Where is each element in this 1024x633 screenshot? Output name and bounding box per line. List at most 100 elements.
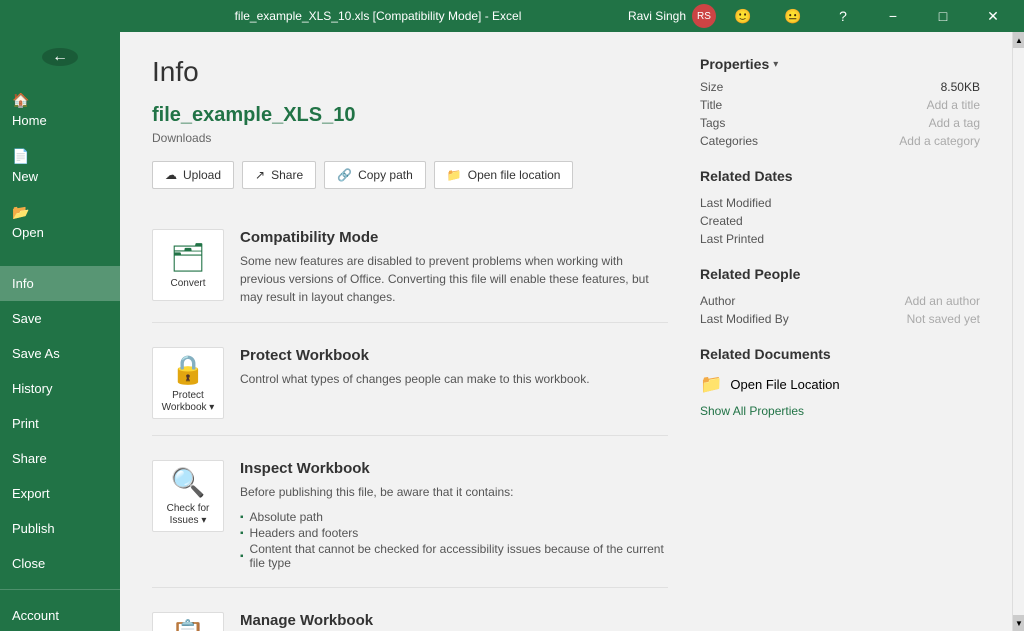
last-modified-by-label: Last Modified By <box>700 312 789 326</box>
size-value: 8.50KB <box>780 80 980 94</box>
title-label: Title <box>700 98 780 112</box>
sidebar-item-open[interactable]: 📂 Open <box>0 194 120 250</box>
minimize-button[interactable]: − <box>870 0 916 32</box>
info-right-panel: Properties ▾ Size 8.50KB Title Add a tit… <box>700 56 980 631</box>
content-area: Info file_example_XLS_10 Downloads ☁ Upl… <box>120 32 1012 631</box>
tags-value[interactable]: Add a tag <box>780 116 980 130</box>
convert-button[interactable]: 🗂 Convert <box>152 229 224 301</box>
list-item: Content that cannot be checked for acces… <box>240 541 668 571</box>
inspect-list: Absolute path Headers and footers Conten… <box>240 509 668 571</box>
share-icon: ↗ <box>255 168 265 182</box>
excel-icon: 🗂 <box>170 241 206 274</box>
open-file-location-link[interactable]: 📁 Open File Location <box>700 374 980 395</box>
sidebar-item-print-label: Print <box>12 416 39 431</box>
properties-chevron[interactable]: ▾ <box>773 59 778 70</box>
related-docs-title: Related Documents <box>700 346 980 366</box>
title-value[interactable]: Add a title <box>780 98 980 112</box>
compatibility-content: Compatibility Mode Some new features are… <box>240 229 668 306</box>
inspect-content: Inspect Workbook Before publishing this … <box>240 460 668 571</box>
open-file-location-text: Open File Location <box>730 377 839 392</box>
sidebar-item-publish-label: Publish <box>12 521 55 536</box>
categories-value[interactable]: Add a category <box>780 134 980 148</box>
sidebar-item-new[interactable]: 📄 New <box>0 138 120 194</box>
prop-row-categories: Categories Add a category <box>700 134 980 148</box>
sidebar-item-account[interactable]: Account <box>0 598 120 633</box>
sidebar-item-info[interactable]: Info <box>0 266 120 301</box>
compatibility-section: 🗂 Convert Compatibility Mode Some new fe… <box>152 213 668 323</box>
new-icon: 📄 <box>12 148 29 165</box>
help-button[interactable]: ? <box>820 0 866 32</box>
maximize-button[interactable]: □ <box>920 0 966 32</box>
avatar: RS <box>692 4 716 28</box>
protect-title: Protect Workbook <box>240 347 668 364</box>
sidebar-item-close[interactable]: Close <box>0 546 120 581</box>
prop-row-author: Author Add an author <box>700 294 980 308</box>
user-info: Ravi Singh RS <box>628 4 716 28</box>
inspect-desc: Before publishing this file, be aware th… <box>240 483 668 501</box>
related-dates-title: Related Dates <box>700 168 980 188</box>
open-file-location-button[interactable]: 📁 Open file location <box>434 161 574 189</box>
file-name: file_example_XLS_10 <box>152 104 668 127</box>
open-icon: 📂 <box>12 204 29 221</box>
sidebar-item-share-label: Share <box>12 451 47 466</box>
sidebar-item-home[interactable]: 🏠 Home <box>0 82 120 138</box>
last-modified-date: Last Modified <box>700 196 980 210</box>
properties-section: Properties ▾ Size 8.50KB Title Add a tit… <box>700 56 980 148</box>
manage-workbook-button[interactable]: 📋 ManageWorkbook ▾ <box>152 612 224 631</box>
titlebar: file_example_XLS_10.xls [Compatibility M… <box>0 0 1024 32</box>
show-all-properties-link[interactable]: Show All Properties <box>700 404 804 418</box>
tags-label: Tags <box>700 116 780 130</box>
scroll-down[interactable]: ▼ <box>1013 615 1024 631</box>
sidebar-item-account-label: Account <box>12 608 59 623</box>
prop-row-tags: Tags Add a tag <box>700 116 980 130</box>
info-page: Info file_example_XLS_10 Downloads ☁ Upl… <box>120 32 1012 631</box>
share-button[interactable]: ↗ Share <box>242 161 316 189</box>
home-icon: 🏠 <box>12 92 29 109</box>
emoji-neutral[interactable]: 😐 <box>770 0 816 32</box>
sidebar-item-history[interactable]: History <box>0 371 120 406</box>
prop-row-last-modified-by: Last Modified By Not saved yet <box>700 312 980 326</box>
info-left-panel: Info file_example_XLS_10 Downloads ☁ Upl… <box>152 56 668 631</box>
prop-row-title: Title Add a title <box>700 98 980 112</box>
sidebar-item-saveas-label: Save As <box>12 346 60 361</box>
properties-header: Properties ▾ <box>700 56 980 72</box>
sidebar-item-print[interactable]: Print <box>0 406 120 441</box>
sidebar-item-save-label: Save <box>12 311 42 326</box>
author-label: Author <box>700 294 780 308</box>
copy-path-button[interactable]: 🔗 Copy path <box>324 161 426 189</box>
list-item: Absolute path <box>240 509 668 525</box>
convert-label: Convert <box>170 278 205 290</box>
sidebar-item-saveas[interactable]: Save As <box>0 336 120 371</box>
file-path: Downloads <box>152 131 668 145</box>
scroll-up[interactable]: ▲ <box>1013 32 1024 48</box>
inspect-title: Inspect Workbook <box>240 460 668 477</box>
scrollbar[interactable]: ▲ ▼ <box>1012 32 1024 631</box>
sidebar: ← 🏠 Home 📄 New 📂 Open Info Save Save As … <box>0 32 120 631</box>
folder-icon: 📁 <box>700 374 722 395</box>
author-value[interactable]: Add an author <box>780 294 980 308</box>
inspect-section: 🔍 Check forIssues ▾ Inspect Workbook Bef… <box>152 444 668 588</box>
sidebar-item-publish[interactable]: Publish <box>0 511 120 546</box>
related-people-title: Related People <box>700 266 980 286</box>
upload-button[interactable]: ☁ Upload <box>152 161 234 189</box>
close-button[interactable]: ✕ <box>970 0 1016 32</box>
sidebar-item-export[interactable]: Export <box>0 476 120 511</box>
created-date: Created <box>700 214 980 228</box>
sidebar-item-share[interactable]: Share <box>0 441 120 476</box>
lock-icon: 🔒 <box>171 353 206 386</box>
protect-workbook-button[interactable]: 🔒 ProtectWorkbook ▾ <box>152 347 224 419</box>
info-toolbar: ☁ Upload ↗ Share 🔗 Copy path 📁 Open file… <box>152 161 668 189</box>
back-button[interactable]: ← <box>42 48 78 66</box>
sidebar-divider-2 <box>0 589 120 590</box>
size-label: Size <box>700 80 780 94</box>
window-title: file_example_XLS_10.xls [Compatibility M… <box>128 9 628 23</box>
sidebar-item-save[interactable]: Save <box>0 301 120 336</box>
check-issues-button[interactable]: 🔍 Check forIssues ▾ <box>152 460 224 532</box>
sidebar-bottom: Account <box>0 581 120 633</box>
categories-label: Categories <box>700 134 780 148</box>
emoji-smiley[interactable]: 🙂 <box>720 0 766 32</box>
list-item: Headers and footers <box>240 525 668 541</box>
related-people-section: Related People Author Add an author Last… <box>700 266 980 326</box>
protect-section: 🔒 ProtectWorkbook ▾ Protect Workbook Con… <box>152 331 668 436</box>
sidebar-item-close-label: Close <box>12 556 45 571</box>
